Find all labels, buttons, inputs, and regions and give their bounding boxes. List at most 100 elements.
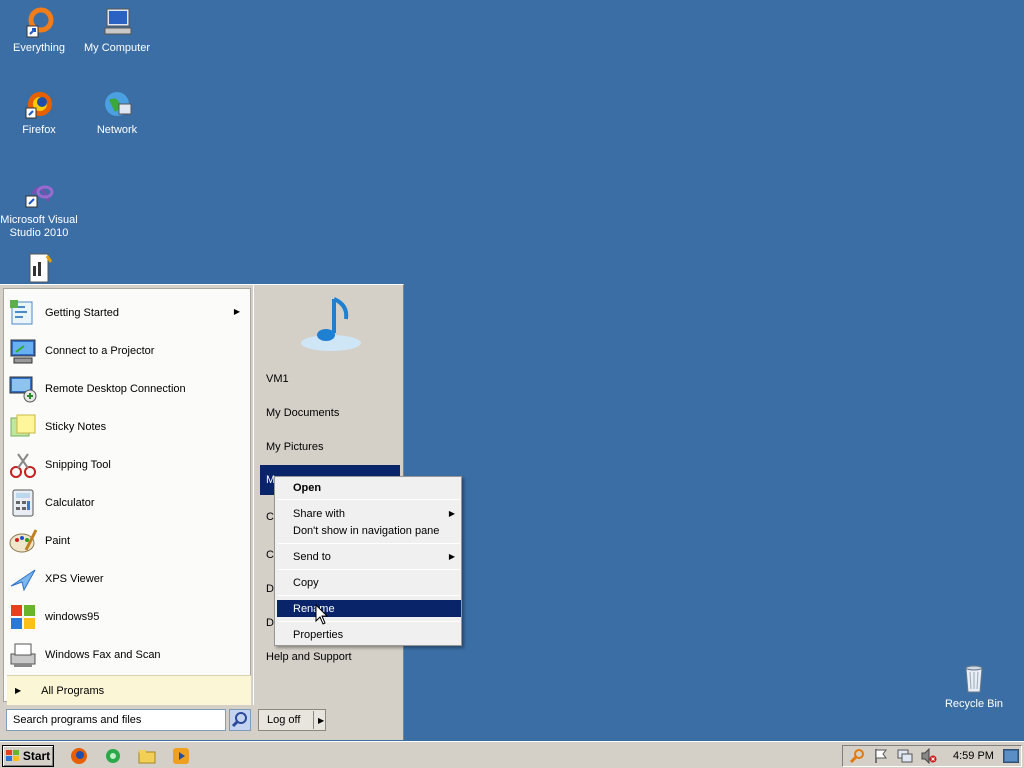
program-label: windows95 <box>45 611 100 623</box>
submenu-arrow-icon: ▶ <box>448 509 455 518</box>
recycle-bin-icon <box>965 665 983 693</box>
desktop-icon-label: Firefox <box>22 124 56 136</box>
mouse-pointer-icon <box>315 604 329 625</box>
firefox-quicklaunch-icon[interactable] <box>70 747 88 765</box>
program-getting-started[interactable]: Getting Started ▶ <box>8 296 248 330</box>
sticky-notes-icon <box>10 414 36 437</box>
submenu-arrow-icon: ▶ <box>448 552 455 561</box>
places-item-label: C <box>266 511 274 523</box>
places-item-my-pictures[interactable]: My Pictures <box>260 435 400 459</box>
search-row <box>6 709 251 731</box>
all-programs-button[interactable]: ▶ All Programs <box>7 675 251 705</box>
context-menu-label: Don't show in navigation pane <box>293 524 440 537</box>
action-center-flag-icon[interactable] <box>873 748 889 764</box>
context-menu-separator <box>278 569 460 570</box>
paint-icon <box>9 529 38 553</box>
context-menu-label: Share with <box>293 507 345 520</box>
program-label: Connect to a Projector <box>45 345 155 357</box>
windows-flag-icon <box>5 750 19 761</box>
everything-icon <box>26 7 54 38</box>
desktop-icon-label: My Computer <box>83 42 151 54</box>
desktop-icon-everything[interactable]: Everything <box>0 6 78 55</box>
program-calculator[interactable]: Calculator <box>8 486 248 520</box>
network-tray-icon[interactable] <box>897 748 913 764</box>
folder-quicklaunch-icon[interactable] <box>138 747 156 765</box>
remote-desktop-icon <box>9 376 37 403</box>
projector-icon <box>10 339 36 364</box>
context-menu-copy[interactable]: Copy <box>277 574 461 591</box>
system-tray: 4:59 PM <box>842 745 1022 767</box>
program-remote-desktop[interactable]: Remote Desktop Connection <box>8 372 248 406</box>
program-label: Remote Desktop Connection <box>45 383 186 395</box>
program-label: Snipping Tool <box>45 459 111 471</box>
snipping-tool-icon <box>10 453 36 478</box>
clock[interactable]: 4:59 PM <box>953 750 994 762</box>
program-fax-scan[interactable]: Windows Fax and Scan <box>8 638 248 672</box>
program-sticky-notes[interactable]: Sticky Notes <box>8 410 248 444</box>
logoff-button[interactable]: Log off ▶ <box>258 709 326 731</box>
desktop-icon-partial[interactable] <box>0 252 78 288</box>
places-item-help-support[interactable]: Help and Support <box>260 645 400 669</box>
desktop-icon-firefox[interactable]: Firefox <box>0 88 78 137</box>
document-chart-icon <box>29 253 53 283</box>
program-label: Paint <box>45 535 71 547</box>
media-player-quicklaunch-icon[interactable] <box>172 747 190 765</box>
context-menu-open[interactable]: Open <box>277 479 461 496</box>
volume-muted-icon[interactable] <box>921 748 937 764</box>
calculator-icon <box>12 489 34 517</box>
my-computer-icon <box>104 8 132 35</box>
getting-started-icon <box>10 300 33 325</box>
context-menu-share-with[interactable]: Share with ▶ <box>277 505 461 522</box>
places-item-my-documents[interactable]: My Documents <box>260 401 400 425</box>
program-snipping-tool[interactable]: Snipping Tool <box>8 448 248 482</box>
windows-logo-icon <box>11 605 35 629</box>
firefox-icon <box>25 92 52 119</box>
desktop-icon-label: Everything <box>13 42 65 54</box>
context-menu-properties[interactable]: Properties <box>277 626 461 643</box>
program-label: Calculator <box>45 497 95 509</box>
desktop-icon-my-computer[interactable]: My Computer <box>78 6 156 55</box>
start-menu-programs-pane: Getting Started ▶ Connect to a Projector… <box>3 288 251 705</box>
program-connect-projector[interactable]: Connect to a Projector <box>8 334 248 368</box>
places-item-label: Help and Support <box>266 651 352 663</box>
show-desktop-icon[interactable] <box>1003 749 1019 763</box>
desktop-icon-network[interactable]: Network <box>78 88 156 137</box>
desktop-icon-recycle-bin[interactable]: Recycle Bin <box>935 662 1013 711</box>
start-button[interactable]: Start <box>2 745 54 767</box>
network-globe-icon <box>105 92 132 116</box>
search-button[interactable] <box>229 709 251 731</box>
places-item-vm1[interactable]: VM1 <box>260 367 400 391</box>
context-menu-label: Send to <box>293 550 331 563</box>
logoff-options-arrow-icon[interactable]: ▶ <box>314 716 324 725</box>
context-menu-label: Properties <box>293 628 344 641</box>
logoff-label: Log off <box>267 714 301 726</box>
desktop-icon-label: Network <box>96 124 138 136</box>
program-label: Getting Started <box>45 307 119 319</box>
all-programs-label: All Programs <box>41 684 105 697</box>
xps-viewer-icon <box>10 569 36 592</box>
program-xps-viewer[interactable]: XPS Viewer <box>8 562 248 596</box>
search-tray-icon[interactable] <box>849 748 865 764</box>
start-label: Start <box>22 749 51 763</box>
triangle-right-icon: ▶ <box>15 686 22 695</box>
places-item-label: My Pictures <box>266 441 324 453</box>
context-menu-separator <box>278 499 460 500</box>
ie-quicklaunch-icon[interactable] <box>104 747 122 765</box>
desktop-icon-visual-studio[interactable]: Microsoft Visual Studio 2010 <box>0 178 78 240</box>
context-menu-rename[interactable]: Rename <box>277 600 461 617</box>
magnifier-icon <box>231 712 247 728</box>
program-windows95[interactable]: windows95 <box>8 600 248 634</box>
places-item-label: VM1 <box>266 373 289 385</box>
fax-scanner-icon <box>10 643 36 667</box>
context-menu-dont-show-nav[interactable]: Don't show in navigation pane <box>277 522 461 539</box>
places-item-label: D <box>266 617 274 629</box>
context-menu-send-to[interactable]: Send to ▶ <box>277 548 461 565</box>
search-input[interactable] <box>6 709 226 731</box>
visual-studio-icon <box>25 185 54 208</box>
context-menu-separator <box>278 621 460 622</box>
context-menu-label: Copy <box>293 576 319 589</box>
program-paint[interactable]: Paint <box>8 524 248 558</box>
context-menu-separator <box>278 595 460 596</box>
context-menu-separator <box>278 543 460 544</box>
context-menu: Open Share with ▶ Don't show in navigati… <box>274 476 462 646</box>
